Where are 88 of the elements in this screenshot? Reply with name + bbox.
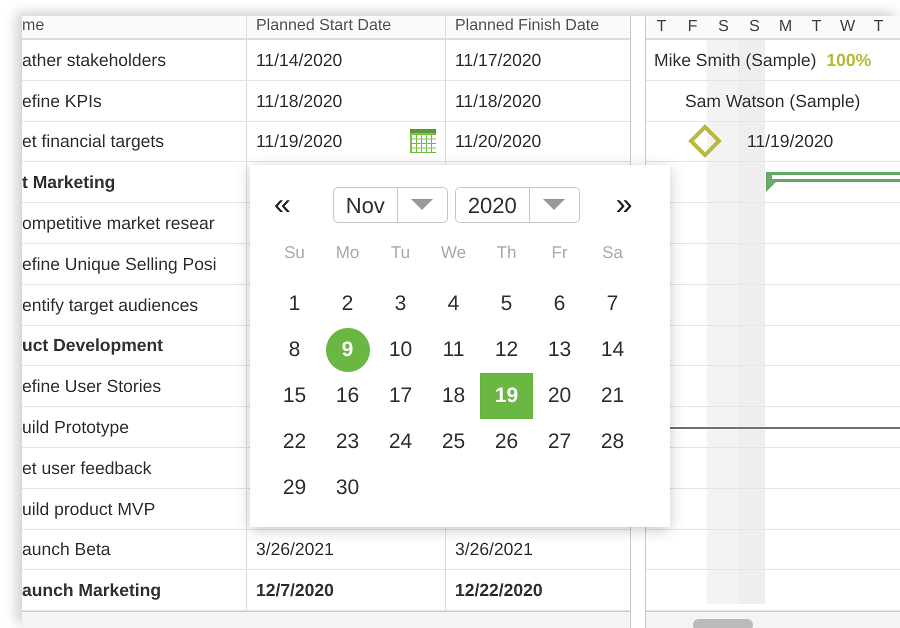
calendar-icon[interactable]: [409, 128, 437, 154]
weekday-label: Fr: [550, 242, 569, 264]
calendar-day[interactable]: 2: [326, 282, 370, 326]
calendar-day[interactable]: 8: [272, 328, 316, 372]
date-cell-text: 12/22/2020: [455, 579, 543, 602]
calendar-day[interactable]: 7: [590, 282, 634, 326]
year-dropdown[interactable]: 2020: [454, 187, 580, 223]
column-header[interactable]: Planned Start Date: [256, 16, 392, 36]
table-row[interactable]: ather stakeholders 11/14/2020 11/17/2020: [22, 40, 630, 81]
month-dropdown[interactable]: Nov: [332, 187, 448, 223]
weekday-label: Th: [496, 242, 518, 264]
weekday-label: Su: [283, 242, 306, 264]
dropdown-arrow-icon: [543, 199, 566, 211]
day-header: S: [748, 17, 761, 37]
date-cell-text: 12/7/2020: [256, 579, 334, 602]
calendar-day[interactable]: 18: [432, 374, 476, 418]
task-name: efine KPIs: [22, 90, 102, 111]
calendar-day[interactable]: 26: [484, 420, 528, 464]
calendar-day[interactable]: 20: [538, 374, 582, 418]
date-cell-text: 3/26/2021: [256, 538, 334, 562]
table-row[interactable]: efine KPIs 11/18/2020 11/18/2020: [22, 80, 630, 122]
task-name: entify target audiences: [22, 294, 198, 315]
dropdown-arrow-icon: [411, 199, 434, 211]
calendar-day[interactable]: 22: [272, 420, 316, 464]
day-header: F: [686, 17, 698, 37]
calendar-day[interactable]: 13: [538, 328, 582, 372]
calendar-day[interactable]: 10: [378, 328, 422, 372]
resource-label: Sam Watson (Sample): [685, 90, 860, 113]
weekday-label: We: [440, 242, 468, 264]
calendar-day[interactable]: 5: [484, 282, 528, 326]
task-name: t Marketing: [22, 172, 116, 192]
percent-complete: 100%: [826, 48, 872, 72]
calendar-day[interactable]: 6: [538, 282, 582, 326]
task-name: uild Prototype: [22, 416, 130, 437]
date-cell-text: 11/14/2020: [256, 48, 342, 72]
resource-label: Mike Smith (Sample): [654, 48, 816, 72]
milestone-date: 11/19/2020: [747, 130, 834, 154]
task-name: ather stakeholders: [22, 50, 166, 70]
column-header[interactable]: me: [22, 16, 44, 36]
calendar-day[interactable]: 16: [326, 374, 370, 418]
calendar-day[interactable]: 15: [272, 374, 316, 418]
day-header: T: [656, 17, 668, 37]
day-header: T: [810, 17, 822, 37]
day-header: W: [838, 17, 856, 37]
day-header: M: [778, 17, 794, 37]
day-header: T: [872, 17, 884, 37]
weekday-label: Mo: [334, 242, 360, 264]
calendar-day[interactable]: 11: [432, 328, 476, 372]
calendar-day[interactable]: 29: [272, 466, 316, 510]
date-cell-text: 11/17/2020: [455, 48, 542, 72]
calendar-day[interactable]: 27: [538, 420, 582, 464]
calendar-day[interactable]: 3: [378, 282, 422, 326]
task-name: aunch Beta: [22, 539, 111, 560]
calendar-day[interactable]: 24: [378, 420, 422, 464]
task-name: uct Development: [22, 335, 163, 356]
task-name: ompetitive market resear: [22, 212, 215, 233]
calendar-day[interactable]: 17: [378, 374, 422, 418]
calendar-day[interactable]: 1: [272, 282, 316, 326]
scrollbar-thumb[interactable]: [693, 619, 753, 628]
previous-button[interactable]: «: [268, 190, 297, 220]
column-header[interactable]: Planned Finish Date: [455, 16, 600, 36]
day-header: S: [717, 17, 730, 37]
date-cell-text: 11/19/2020: [256, 130, 342, 154]
task-name: efine User Stories: [22, 376, 162, 396]
calendar-day[interactable]: 21: [590, 374, 634, 418]
calendar-day[interactable]: 25: [432, 420, 476, 464]
task-name: efine Unique Selling Posi: [22, 254, 217, 274]
calendar-day[interactable]: 12: [484, 328, 528, 372]
calendar-day[interactable]: 28: [590, 420, 634, 464]
table-row[interactable]: aunch Beta 3/26/2021 3/26/2021: [22, 530, 630, 570]
task-name: et financial targets: [22, 131, 164, 152]
task-name: et user feedback: [22, 458, 152, 478]
calendar-day[interactable]: 30: [326, 466, 370, 510]
task-name: uild product MVP: [22, 498, 156, 519]
milestone-icon[interactable]: [688, 124, 722, 158]
task-name: aunch Marketing: [22, 580, 162, 600]
date-cell-text: 3/26/2021: [455, 538, 533, 562]
next-button[interactable]: »: [610, 190, 638, 220]
date-cell-text: 11/20/2020: [455, 130, 542, 154]
calendar-day[interactable]: 23: [326, 420, 370, 464]
date-cell-text: 11/18/2020: [256, 90, 342, 113]
weekday-label: Tu: [390, 242, 412, 264]
table-row[interactable]: et financial targets 11/19/2020 11/20/2020: [22, 122, 630, 162]
calendar-day[interactable]: 14: [590, 328, 634, 372]
summary-bar[interactable]: [766, 170, 900, 194]
date-cell-text: 11/18/2020: [455, 90, 542, 113]
calendar-day[interactable]: 4: [432, 282, 476, 326]
weekday-label: Sa: [601, 242, 624, 264]
